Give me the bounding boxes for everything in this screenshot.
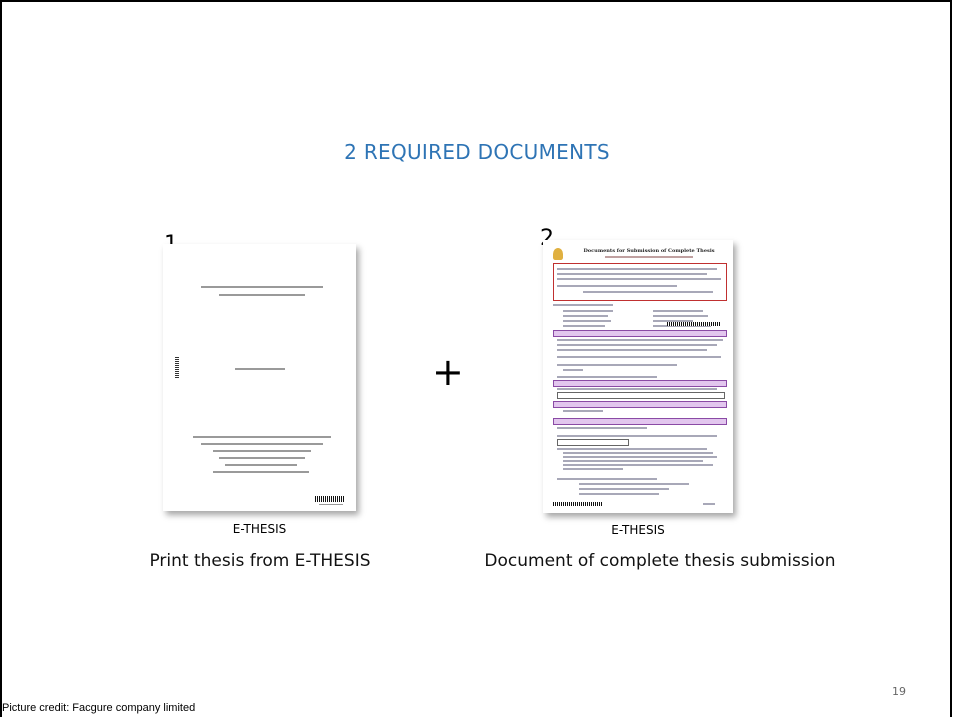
seal-icon [553,248,563,260]
page-number: 19 [892,685,906,698]
picture-credit: Picture credit: Facgure company limited [2,702,196,714]
plus-sign: + [432,350,464,394]
slide-title: 2 REQUIRED DOCUMENTS [344,140,610,164]
thesis-print-image [163,244,356,511]
doc2-label: E-THESIS [611,523,665,537]
doc2-caption: Document of complete thesis submission [484,551,836,571]
doc1-caption: Print thesis from E-THESIS [149,551,371,571]
slide-frame [0,0,952,717]
submission-form-image: Documents for Submission of Complete The… [543,240,733,513]
doc2-header-title: Documents for Submission of Complete The… [583,248,715,254]
doc1-label: E-THESIS [232,522,287,536]
